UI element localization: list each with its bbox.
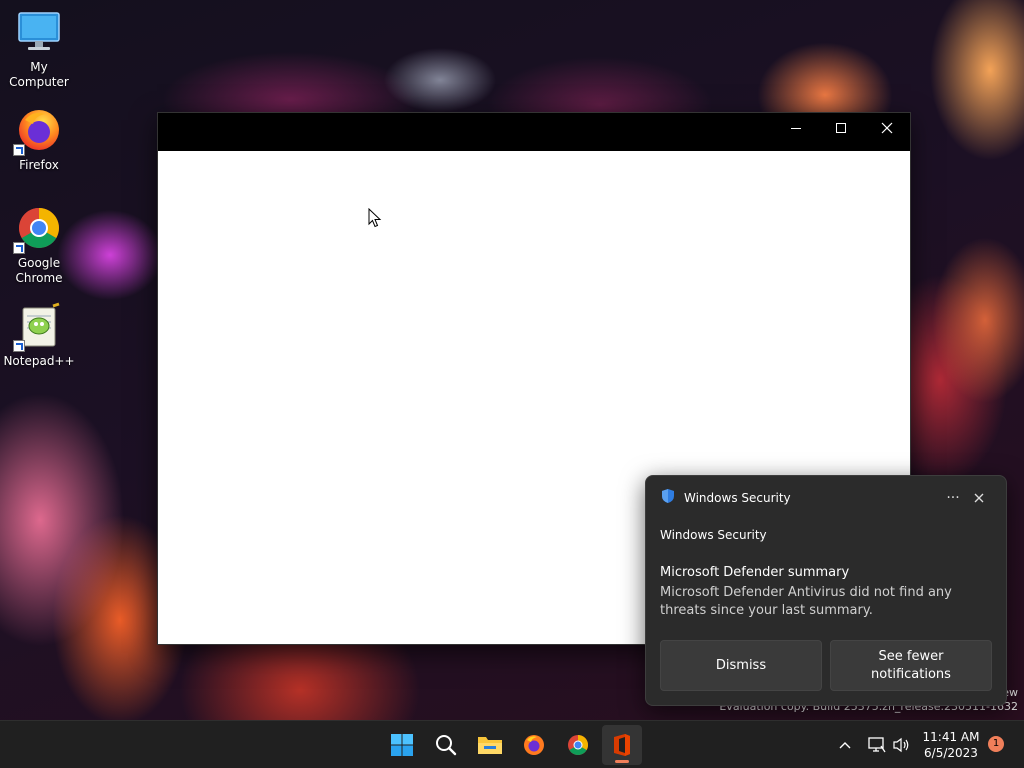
toast-close-button[interactable] <box>966 488 992 508</box>
desktop-icon-label: Firefox <box>19 158 59 172</box>
dismiss-button[interactable]: Dismiss <box>660 640 822 691</box>
desktop-icon-label: Google Chrome <box>15 256 63 285</box>
shortcut-arrow-icon <box>13 144 25 156</box>
more-icon: ··· <box>946 490 960 506</box>
chrome-icon <box>13 204 63 254</box>
see-fewer-notifications-button[interactable]: See fewer notifications <box>830 640 992 691</box>
chrome-icon <box>568 735 588 755</box>
monitor-icon <box>15 8 63 56</box>
firefox-icon <box>13 106 63 156</box>
toast-app-name: Windows Security <box>684 491 791 505</box>
windows-logo-icon <box>391 734 413 756</box>
clock[interactable]: 11:41 AM 6/5/2023 <box>920 729 982 761</box>
shortcut-arrow-icon <box>13 340 25 352</box>
clock-time: 11:41 AM <box>922 730 980 744</box>
shortcut-arrow-icon <box>13 242 25 254</box>
network-icon <box>868 737 886 753</box>
more-options-button[interactable]: ··· <box>940 488 966 508</box>
search-icon <box>436 735 457 756</box>
firefox-icon <box>524 735 544 755</box>
toast-body: Microsoft Defender Antivirus did not fin… <box>660 585 952 618</box>
office-icon <box>614 734 630 756</box>
toast-notification[interactable]: Windows Security ··· Windows Security Mi… <box>645 475 1007 706</box>
desktop-icon-google-chrome[interactable]: Google Chrome <box>1 204 77 286</box>
desktop: My Computer Firefox Google Chrome Notepa… <box>0 0 1024 768</box>
notification-count-badge[interactable]: 1 <box>988 736 1004 752</box>
active-app-indicator <box>615 760 629 763</box>
close-icon <box>881 122 893 134</box>
start-button[interactable] <box>382 725 422 765</box>
speaker-icon <box>893 737 909 753</box>
file-explorer-button[interactable] <box>470 725 510 765</box>
chevron-up-icon <box>839 742 851 749</box>
search-button[interactable] <box>426 725 466 765</box>
chrome-taskbar-button[interactable] <box>558 725 598 765</box>
desktop-icon-label: My Computer <box>9 60 69 89</box>
mouse-cursor-icon <box>368 207 382 232</box>
notepad-plus-plus-icon <box>13 302 63 352</box>
maximize-button[interactable] <box>818 113 864 143</box>
taskbar: 11:41 AM 6/5/2023 <box>0 720 1024 768</box>
minimize-icon <box>791 128 801 129</box>
desktop-icon-firefox[interactable]: Firefox <box>1 106 77 173</box>
window-titlebar[interactable] <box>158 113 910 151</box>
desktop-icon-my-computer[interactable]: My Computer <box>1 8 77 90</box>
toast-title: Microsoft Defender summary <box>660 565 850 580</box>
network-button[interactable] <box>866 735 888 755</box>
office-taskbar-button[interactable] <box>602 725 642 765</box>
toast-attribution: Windows Security <box>660 528 767 542</box>
close-icon <box>974 493 984 503</box>
toast-header: Windows Security ··· <box>660 488 992 508</box>
clock-date: 6/5/2023 <box>924 746 978 760</box>
maximize-icon <box>836 123 846 133</box>
show-hidden-icons-button[interactable] <box>836 735 854 755</box>
folder-icon <box>478 737 502 754</box>
desktop-icon-notepad-plus-plus[interactable]: Notepad++ <box>1 302 77 369</box>
close-button[interactable] <box>864 113 910 143</box>
firefox-taskbar-button[interactable] <box>514 725 554 765</box>
volume-button[interactable] <box>890 735 912 755</box>
minimize-button[interactable] <box>773 113 819 143</box>
desktop-icon-label: Notepad++ <box>3 354 75 368</box>
shield-icon <box>660 488 676 508</box>
